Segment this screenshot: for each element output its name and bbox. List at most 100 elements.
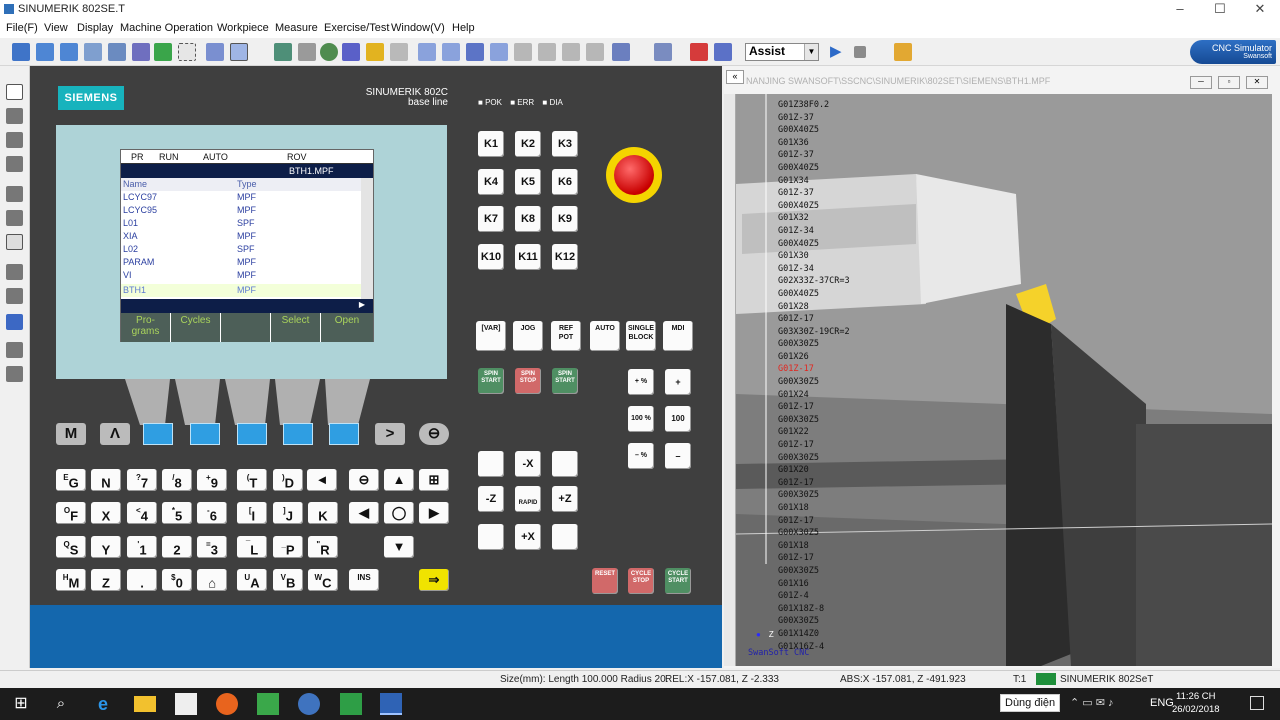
alpha-key[interactable]: (T xyxy=(237,469,267,491)
light-icon[interactable] xyxy=(466,43,484,61)
clamp-icon[interactable] xyxy=(586,43,604,61)
k9-key[interactable]: K9 xyxy=(552,206,578,232)
auto-key[interactable]: AUTO xyxy=(590,321,620,351)
folder-icon[interactable] xyxy=(134,696,156,712)
delete-key[interactable]: ⊖ xyxy=(349,469,379,491)
k2-key[interactable]: K2 xyxy=(515,131,541,157)
spindle-minus-key[interactable]: – xyxy=(665,443,691,469)
tool-icon[interactable] xyxy=(298,43,316,61)
input-key[interactable]: ⇒ xyxy=(419,569,449,591)
minimize-button[interactable]: – xyxy=(1160,1,1200,16)
alpha-key[interactable]: +9 xyxy=(197,469,227,491)
single-block-key[interactable]: SINGLE BLOCK xyxy=(626,321,656,351)
menu-file[interactable]: File(F) xyxy=(6,22,38,34)
star-icon[interactable] xyxy=(366,43,384,61)
insert-key[interactable]: ⊞ xyxy=(419,469,449,491)
softkey-3[interactable] xyxy=(237,423,267,445)
file-row[interactable]: L02 SPF xyxy=(121,243,361,256)
zoom-in-icon[interactable] xyxy=(36,43,54,61)
stop-icon[interactable] xyxy=(854,46,866,58)
alpha-key[interactable]: *5 xyxy=(162,502,192,524)
new-icon[interactable] xyxy=(6,84,23,100)
stop-record-icon[interactable] xyxy=(690,43,708,61)
cube-icon[interactable] xyxy=(6,264,23,280)
close-button[interactable]: ✕ xyxy=(1240,1,1280,17)
plus-x-key[interactable]: +X xyxy=(515,524,541,550)
view-front-icon[interactable] xyxy=(206,43,224,61)
softkey-select[interactable]: Select xyxy=(271,313,321,342)
k8-key[interactable]: K8 xyxy=(515,206,541,232)
select-icon[interactable] xyxy=(178,43,196,61)
k5-key[interactable]: K5 xyxy=(515,169,541,195)
file-row[interactable]: LCYC97 MPF xyxy=(121,191,361,204)
menu-exercise-test[interactable]: Exercise/Test xyxy=(324,22,389,34)
exit-icon[interactable] xyxy=(894,43,912,61)
zoom-out-icon[interactable] xyxy=(60,43,78,61)
tailstock-icon[interactable] xyxy=(490,43,508,61)
cut-icon[interactable] xyxy=(6,132,23,148)
minus-z-key[interactable]: -Z xyxy=(478,486,504,512)
feed-plus-key[interactable]: + % xyxy=(628,369,654,395)
edit-icon[interactable] xyxy=(6,156,23,172)
ref-pot-key[interactable]: REF POT xyxy=(551,321,581,351)
rotate-icon[interactable] xyxy=(154,43,172,61)
rapid-key[interactable]: RAPID xyxy=(515,486,541,512)
alpha-key[interactable]: $0 xyxy=(162,569,192,591)
alpha-key[interactable]: <4 xyxy=(127,502,157,524)
alpha-key[interactable]: N xyxy=(91,469,121,491)
search-icon[interactable] xyxy=(6,234,23,250)
spindle-stop-key[interactable]: SPIN STOP xyxy=(515,368,541,394)
window-icon[interactable] xyxy=(6,314,23,330)
spindle-plus-key[interactable]: + xyxy=(665,369,691,395)
move-icon[interactable] xyxy=(6,342,23,358)
softkey-2[interactable] xyxy=(190,423,220,445)
workpiece-icon[interactable] xyxy=(274,43,292,61)
tool-change-icon[interactable] xyxy=(6,210,23,226)
file-row[interactable]: L01 SPF xyxy=(121,217,361,230)
edge-icon[interactable]: e xyxy=(92,693,114,715)
windows-start-icon[interactable]: ⊞ xyxy=(10,693,32,715)
softkey-1[interactable] xyxy=(143,423,173,445)
alpha-key[interactable]: EG xyxy=(56,469,86,491)
menu-window[interactable]: Window(V) xyxy=(391,22,445,34)
alpha-key[interactable]: QS xyxy=(56,536,86,558)
softkey-cycles[interactable]: Cycles xyxy=(171,313,221,342)
maximize-button[interactable]: ☐ xyxy=(1200,1,1240,17)
plus-z-key[interactable]: +Z xyxy=(552,486,578,512)
zoom-fit-icon[interactable] xyxy=(108,43,126,61)
view-top-icon[interactable] xyxy=(230,43,248,61)
softkey-programs[interactable]: Pro- grams xyxy=(121,313,171,342)
alpha-key[interactable]: Y xyxy=(91,536,121,558)
alpha-key[interactable]: -6 xyxy=(197,502,227,524)
k12-key[interactable]: K12 xyxy=(552,244,578,270)
reset-key[interactable]: RESET xyxy=(592,568,618,594)
feed-100-key[interactable]: 100 % xyxy=(628,406,654,432)
page-up-key[interactable]: ▲ xyxy=(384,469,414,491)
alpha-key[interactable]: ?7 xyxy=(127,469,157,491)
alpha-key[interactable]: OF xyxy=(56,502,86,524)
alpha-key[interactable]: '1 xyxy=(127,536,157,558)
file-row-selected[interactable]: BTH1 MPF xyxy=(121,284,361,297)
menu-display[interactable]: Display xyxy=(77,22,113,34)
alpha-key[interactable]: )D xyxy=(273,469,303,491)
k7-key[interactable]: K7 xyxy=(478,206,504,232)
file-row[interactable]: VI MPF xyxy=(121,269,361,282)
record-icon[interactable] xyxy=(654,43,672,61)
collapse-button[interactable]: « xyxy=(726,70,744,84)
clock[interactable]: 11:26 CH 26/02/2018 xyxy=(1172,690,1220,716)
file-row[interactable]: LCYC95 MPF xyxy=(121,204,361,217)
k11-key[interactable]: K11 xyxy=(515,244,541,270)
feed-minus-key[interactable]: – % xyxy=(628,443,654,469)
play-icon[interactable]: ▶ xyxy=(830,43,848,61)
softkey-4[interactable] xyxy=(283,423,313,445)
blank-key[interactable] xyxy=(552,524,578,550)
path-icon[interactable] xyxy=(6,366,23,382)
alpha-key[interactable]: WC xyxy=(308,569,338,591)
sub-minimize-button[interactable]: ─ xyxy=(1190,76,1212,89)
screenshot-icon[interactable] xyxy=(714,43,732,61)
k3-key[interactable]: K3 xyxy=(552,131,578,157)
app-s-icon[interactable] xyxy=(298,693,320,715)
simulate-icon[interactable] xyxy=(390,43,408,61)
zoom-window-icon[interactable] xyxy=(84,43,102,61)
softkey-open[interactable]: Open xyxy=(321,313,373,342)
